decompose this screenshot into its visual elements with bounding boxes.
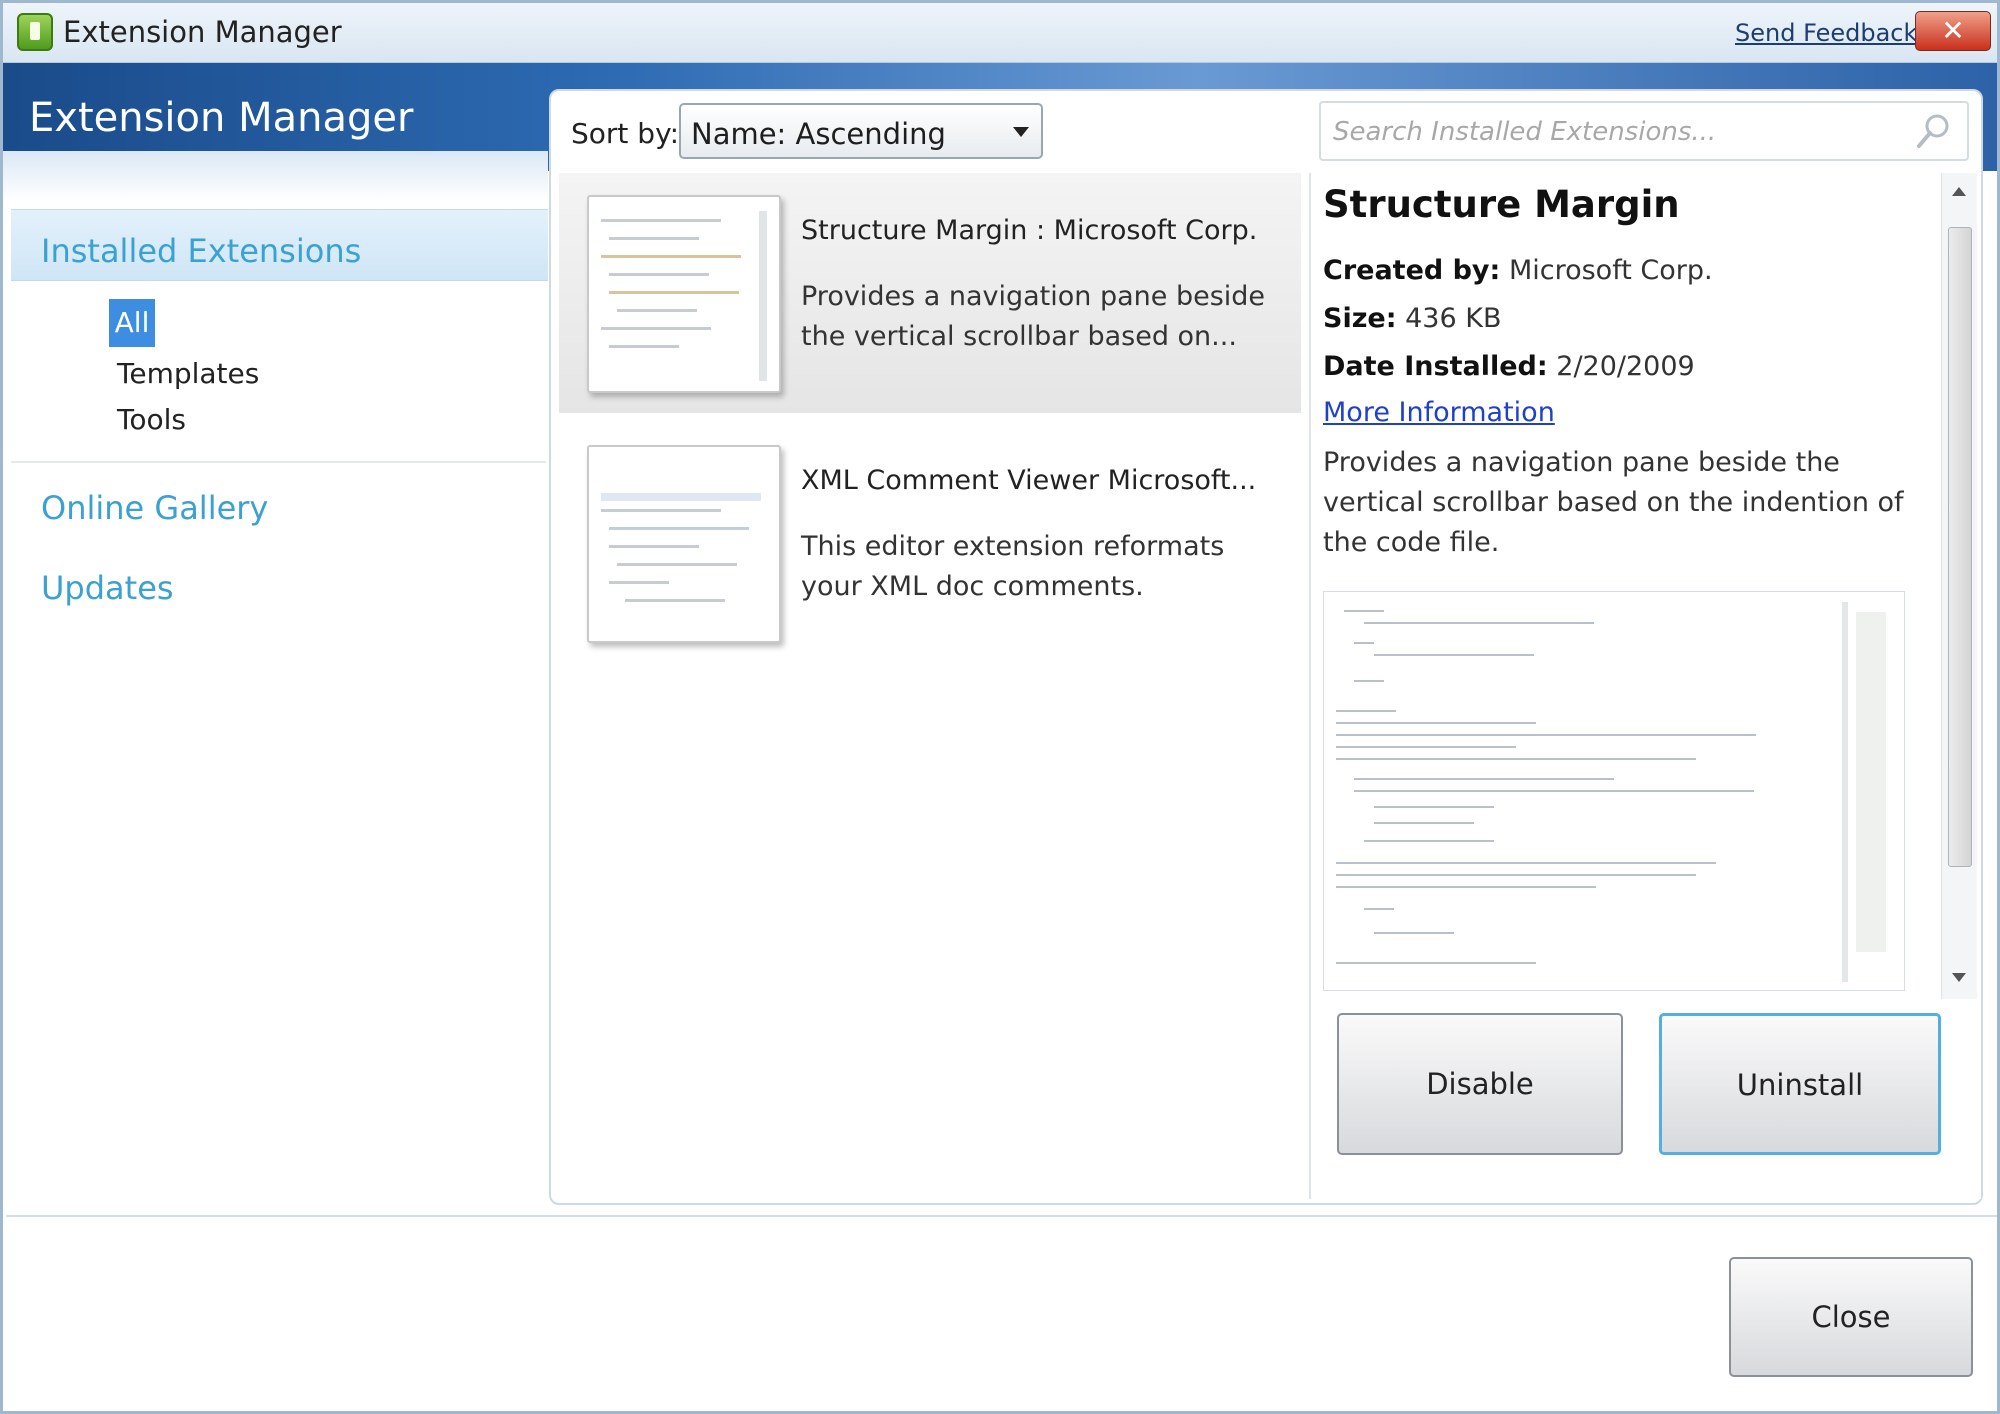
nav-fade [3,151,548,201]
header-title: Extension Manager [29,95,414,141]
scroll-up-arrow-icon[interactable] [1952,187,1966,196]
extension-title: XML Comment Viewer Microsoft... [801,465,1257,496]
main-panel: Sort by: Name: Ascending Search Installe… [549,89,1983,1205]
extension-preview-screenshot [1323,591,1905,991]
search-icon[interactable] [1913,111,1953,151]
chevron-down-icon [1013,127,1029,137]
close-icon: ✕ [1941,14,1965,47]
extension-list: Structure Margin : Microsoft Corp. Provi… [559,173,1301,1199]
extension-thumbnail [587,445,781,643]
sort-dropdown[interactable]: Name: Ascending [679,103,1043,159]
more-information-link[interactable]: More Information [1323,397,1555,428]
nav-updates[interactable]: Updates [41,569,174,607]
disable-button[interactable]: Disable [1337,1013,1623,1155]
detail-date-installed: Date Installed: 2/20/2009 [1323,351,1695,382]
detail-name: Structure Margin [1323,183,1680,226]
extension-description: This editor extension reformats your XML… [801,531,1225,602]
search-input[interactable] [1333,115,1903,149]
extension-item-structure-margin[interactable]: Structure Margin : Microsoft Corp. Provi… [559,173,1301,413]
title-bar: Extension Manager Send Feedback ✕ [3,3,1997,63]
nav-online-gallery[interactable]: Online Gallery [41,489,268,527]
left-navigation: Installed Extensions All Templates Tools… [3,151,548,1213]
window-close-button[interactable]: ✕ [1915,11,1991,51]
extension-item-xml-comment-viewer[interactable]: XML Comment Viewer Microsoft... This edi… [559,423,1301,663]
extension-description: Provides a navigation pane beside the ve… [801,281,1266,352]
extension-title: Structure Margin : Microsoft Corp. [801,215,1258,246]
search-box[interactable] [1319,101,1969,161]
uninstall-button[interactable]: Uninstall [1659,1013,1941,1155]
detail-scrollbar[interactable] [1941,173,1977,999]
nav-filter-tools[interactable]: Tools [117,403,186,436]
detail-created-by: Created by: Microsoft Corp. [1323,255,1713,286]
scroll-down-arrow-icon[interactable] [1952,973,1966,982]
nav-filter-all[interactable]: All [109,299,155,347]
extension-manager-window: Extension Manager Send Feedback ✕ Extens… [0,0,2000,1414]
size-label: Size: [1323,303,1397,334]
nav-filter-templates[interactable]: Templates [117,357,259,390]
detail-description: Provides a navigation pane beside the ve… [1323,447,1904,558]
detail-size: Size: 436 KB [1323,303,1501,334]
send-feedback-link[interactable]: Send Feedback [1735,19,1917,47]
date-value: 2/20/2009 [1556,351,1695,382]
sort-value: Name: Ascending [691,117,946,151]
extension-manager-app-icon [17,13,53,51]
created-by-value: Microsoft Corp. [1508,255,1713,286]
extension-thumbnail [587,195,781,393]
size-value: 436 KB [1405,303,1502,334]
footer-divider [6,1215,1997,1217]
nav-installed-extensions[interactable]: Installed Extensions [11,209,548,281]
scrollbar-thumb[interactable] [1948,227,1972,867]
sort-label: Sort by: [571,117,680,150]
nav-divider [11,461,546,463]
extension-detail-pane: Structure Margin Created by: Microsoft C… [1309,173,1981,1199]
created-by-label: Created by: [1323,255,1501,286]
close-button[interactable]: Close [1729,1257,1973,1377]
date-label: Date Installed: [1323,351,1548,382]
window-title: Extension Manager [63,15,342,49]
